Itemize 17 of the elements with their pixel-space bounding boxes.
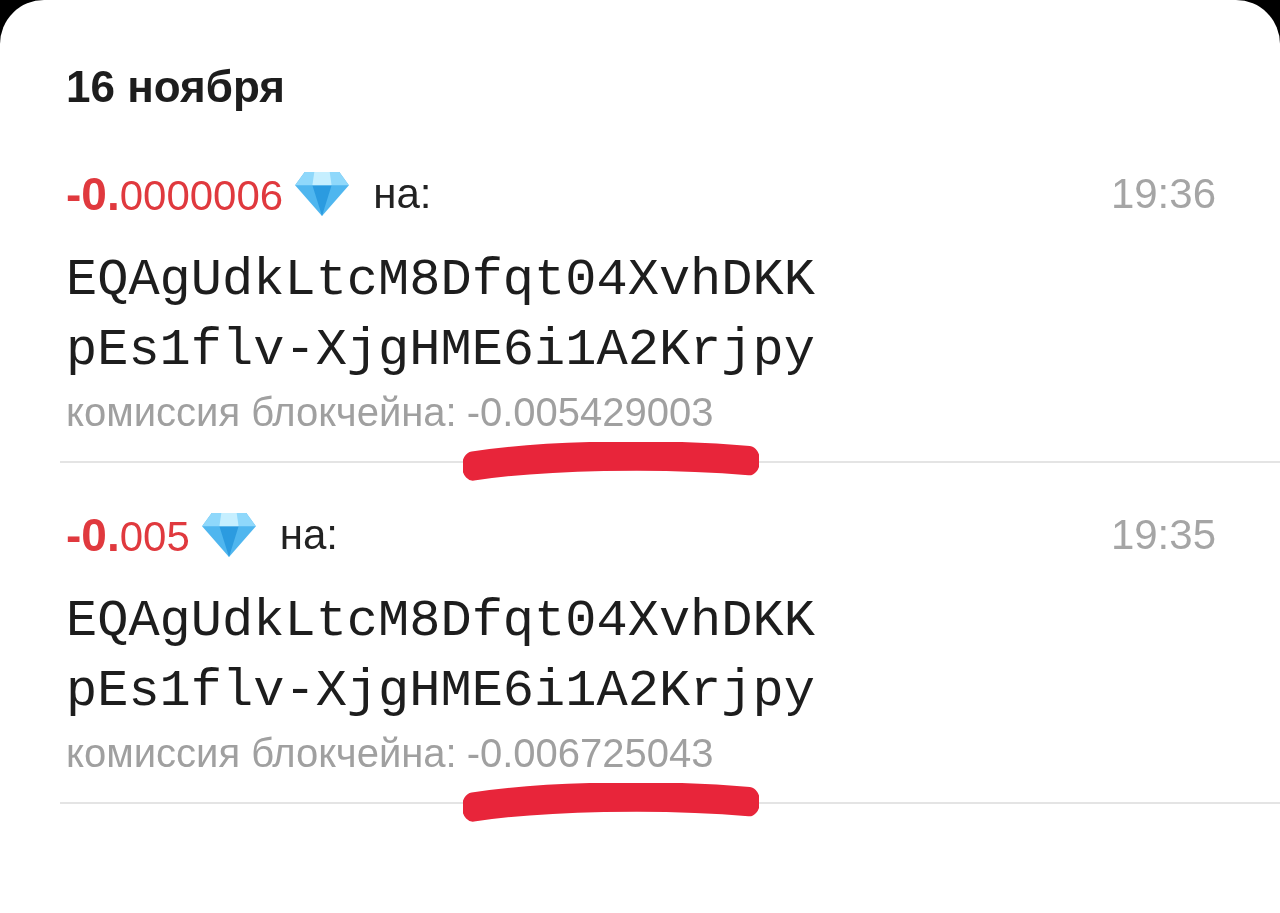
diamond-icon xyxy=(199,511,258,559)
address-line: pEs1flv-XjgHME6i1A2Krjpy xyxy=(66,320,816,382)
fee-label: комиссия блокчейна: xyxy=(66,390,457,435)
address-line: EQAgUdkLtcM8Dfqt04XvhDKK xyxy=(66,591,816,653)
time: 19:35 xyxy=(1110,511,1216,559)
address-line: EQAgUdkLtcM8Dfqt04XvhDKK xyxy=(66,250,816,312)
amount: -0.0000006 xyxy=(66,167,284,221)
fee-value: -0.006725043 xyxy=(466,731,714,775)
fee-label: комиссия блокчейна: xyxy=(66,731,457,776)
fee-value: -0.005429003 xyxy=(466,390,714,434)
recipient-label: на: xyxy=(279,511,338,559)
date-heading: 16 ноября xyxy=(65,62,286,112)
address-line: pEs1flv-XjgHME6i1A2Krjpy xyxy=(66,661,816,723)
time: 19:36 xyxy=(1110,170,1216,218)
diamond-icon xyxy=(293,170,352,218)
amount: -0.005 xyxy=(66,508,190,562)
recipient-label: на: xyxy=(373,170,432,218)
